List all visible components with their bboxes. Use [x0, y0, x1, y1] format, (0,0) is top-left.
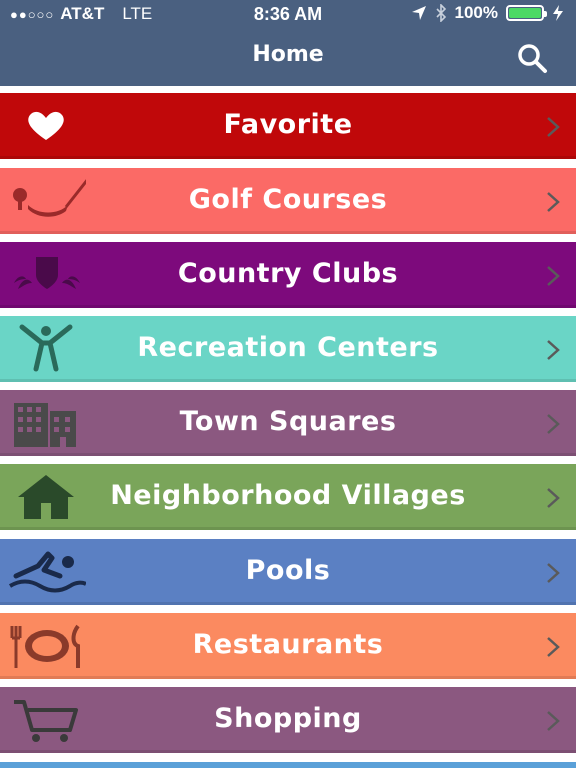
- location-arrow-icon: [411, 6, 426, 20]
- menu-item-label: Recreation Centers: [137, 331, 439, 363]
- chevron-right-icon: [547, 563, 560, 583]
- chevron-right-icon: [547, 117, 560, 137]
- golf-club-icon: [13, 179, 86, 217]
- menu-item-label: Town Squares: [179, 405, 397, 437]
- chevron-right-icon: [547, 192, 560, 212]
- chevron-right-icon: [547, 488, 560, 508]
- chevron-right-icon: [547, 637, 560, 657]
- next-item-edge: [0, 762, 576, 768]
- signal-strength-icon: ●●○○○: [10, 6, 55, 22]
- menu-item-label: Favorite: [223, 108, 353, 140]
- chevron-right-icon: [547, 266, 560, 286]
- menu-item-town-squares[interactable]: Town Squares: [0, 390, 576, 456]
- swimmer-icon: [8, 551, 86, 593]
- menu-item-pools[interactable]: Pools: [0, 539, 576, 605]
- network-type: LTE: [122, 4, 153, 23]
- menu-item-golf-courses[interactable]: Golf Courses: [0, 168, 576, 234]
- charging-bolt-icon: [553, 5, 563, 21]
- plate-utensils-icon: [10, 624, 80, 668]
- menu-item-neighborhood-villages[interactable]: Neighborhood Villages: [0, 464, 576, 530]
- menu-item-restaurants[interactable]: Restaurants: [0, 613, 576, 679]
- menu-item-label: Golf Courses: [188, 183, 388, 215]
- menu-item-recreation-centers[interactable]: Recreation Centers: [0, 316, 576, 382]
- person-jumping-icon: [19, 324, 73, 372]
- menu-item-label: Pools: [245, 554, 331, 586]
- chevron-right-icon: [547, 414, 560, 434]
- house-icon: [18, 475, 74, 519]
- menu-item-label: Shopping: [214, 702, 362, 734]
- menu-item-country-clubs[interactable]: Country Clubs: [0, 242, 576, 308]
- bluetooth-icon: [435, 4, 446, 22]
- menu-item-favorite[interactable]: Favorite: [0, 93, 576, 159]
- battery-icon: [506, 5, 547, 21]
- shopping-cart-icon: [14, 700, 78, 742]
- chevron-right-icon: [547, 711, 560, 731]
- status-bar: ●●○○○ AT&T LTE 8:36 AM 100%: [0, 0, 576, 28]
- status-left: ●●○○○ AT&T LTE: [10, 4, 152, 24]
- battery-percent: 100%: [454, 3, 498, 22]
- buildings-icon: [14, 403, 76, 447]
- club-crest-icon: [14, 257, 80, 289]
- menu-item-shopping[interactable]: Shopping: [0, 687, 576, 753]
- status-right: 100%: [411, 3, 564, 23]
- page-title: Home: [252, 42, 324, 67]
- battery-fill: [509, 8, 541, 18]
- heart-icon: [28, 111, 64, 140]
- menu-item-label: Restaurants: [192, 628, 384, 660]
- chevron-right-icon: [547, 340, 560, 360]
- menu-item-label: Neighborhood Villages: [110, 479, 466, 511]
- nav-bar: Home: [0, 28, 576, 86]
- search-icon[interactable]: [516, 42, 548, 74]
- carrier-name: AT&T: [60, 4, 105, 23]
- menu-item-label: Country Clubs: [177, 257, 399, 289]
